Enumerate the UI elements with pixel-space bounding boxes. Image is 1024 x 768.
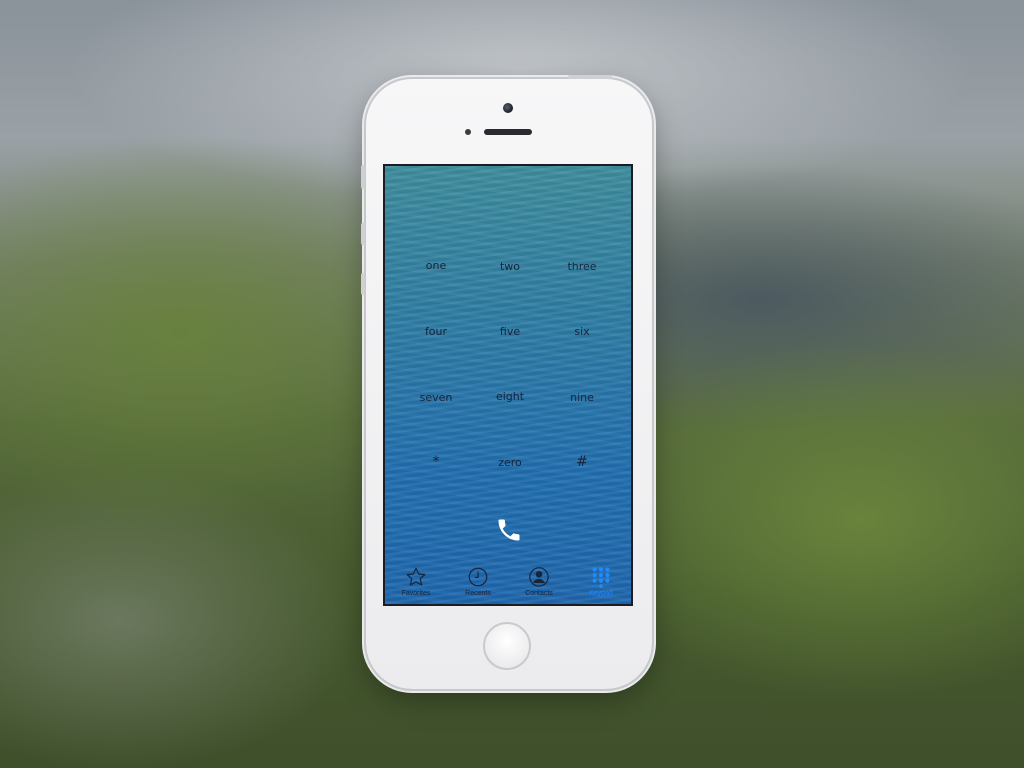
tab-favorites-label: Favorites <box>401 590 431 597</box>
front-camera <box>503 103 513 113</box>
key-star[interactable]: * <box>406 455 466 469</box>
mute-switch <box>361 165 365 189</box>
keypad-grid-icon <box>592 567 610 588</box>
iphone-device: one two three four five six seven eight … <box>361 75 652 689</box>
tab-recents[interactable]: Recents <box>447 566 509 597</box>
tab-favorites[interactable]: Favorites <box>385 566 447 597</box>
key-three[interactable]: three <box>552 260 612 274</box>
person-icon <box>529 567 549 587</box>
earpiece-speaker <box>484 129 532 135</box>
phone-icon <box>498 519 520 541</box>
tab-keypad-label: Keypad <box>589 590 613 597</box>
call-button[interactable] <box>495 516 523 544</box>
volume-up-button <box>361 223 365 245</box>
tab-bar: Favorites Recents Contacts Keypad <box>385 564 631 604</box>
key-eight[interactable]: eight <box>480 390 540 404</box>
key-zero[interactable]: zero <box>480 456 540 470</box>
phone-screen: one two three four five six seven eight … <box>383 164 633 606</box>
key-four[interactable]: four <box>406 325 466 339</box>
power-button <box>568 75 612 79</box>
star-icon <box>406 567 426 586</box>
home-button[interactable] <box>483 622 531 670</box>
tab-recents-label: Recents <box>465 590 491 597</box>
volume-down-button <box>361 273 365 295</box>
key-five[interactable]: five <box>480 325 540 339</box>
tab-contacts[interactable]: Contacts <box>508 566 570 597</box>
key-hash[interactable]: # <box>552 455 612 469</box>
key-seven[interactable]: seven <box>406 391 466 405</box>
key-one[interactable]: one <box>406 259 466 273</box>
tab-contacts-label: Contacts <box>525 590 553 597</box>
key-nine[interactable]: nine <box>552 391 612 405</box>
key-two[interactable]: two <box>480 260 540 274</box>
clock-icon <box>468 567 488 587</box>
key-six[interactable]: six <box>552 325 612 339</box>
proximity-sensor <box>465 129 471 135</box>
tab-keypad[interactable]: Keypad <box>570 566 631 597</box>
